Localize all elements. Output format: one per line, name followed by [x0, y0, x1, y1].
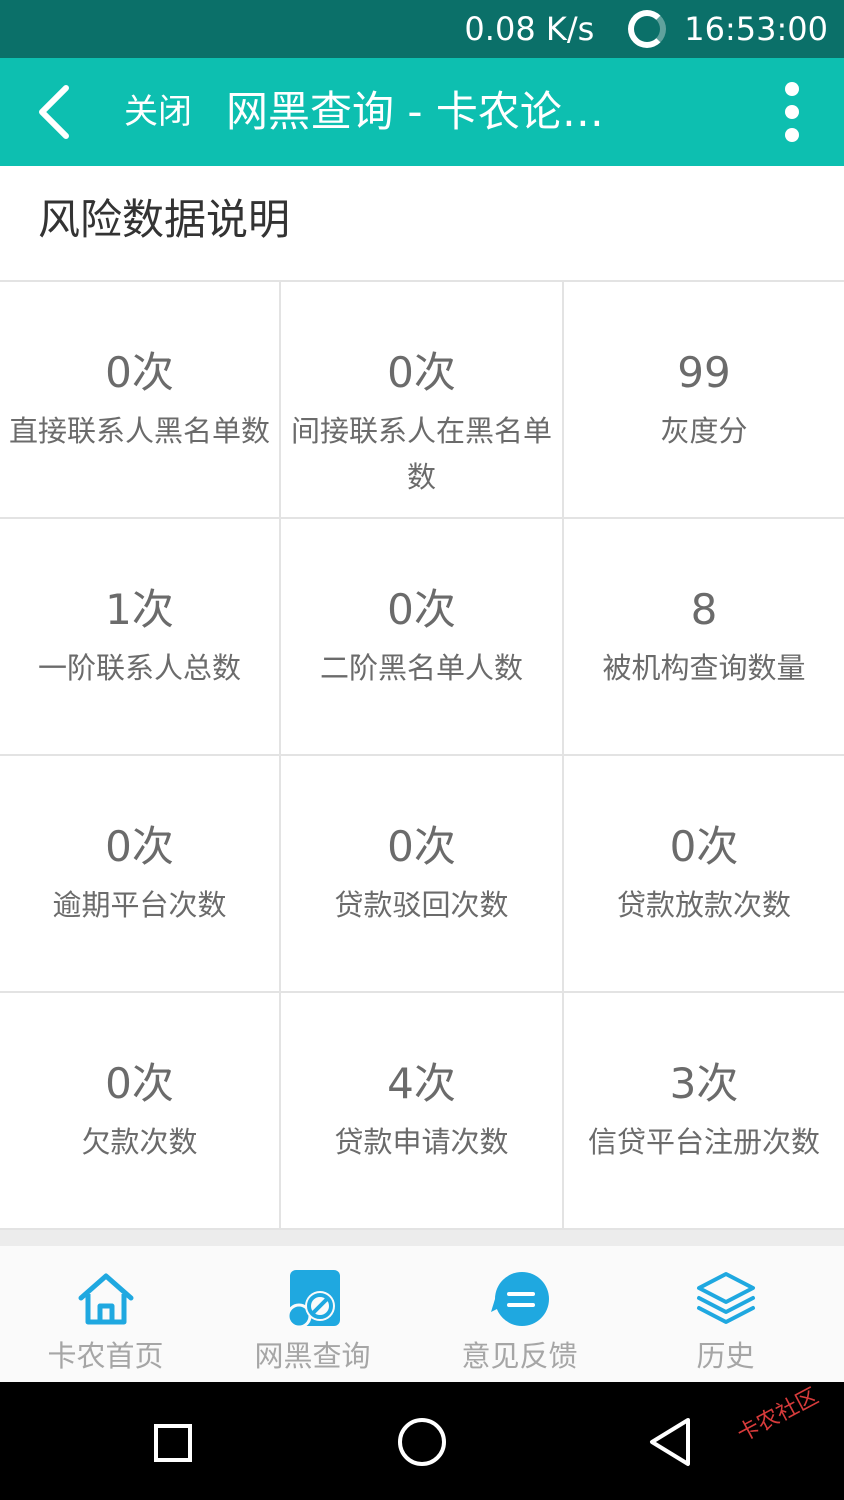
tab-label: 卡农首页	[47, 1339, 164, 1373]
back-arrow-icon[interactable]	[30, 82, 90, 142]
cell-value: 0次	[669, 822, 739, 871]
page-title: 网黑查询 - 卡农论…	[226, 87, 604, 136]
cell-value: 0次	[105, 822, 174, 871]
cell-label: 贷款放款次数	[616, 888, 791, 922]
home-button-icon[interactable]	[398, 1418, 446, 1466]
tab-home[interactable]: 卡农首页	[0, 1246, 211, 1382]
grid-cell-first-degree-contacts: 1次 一阶联系人总数	[0, 519, 281, 756]
close-button[interactable]: 关闭	[124, 88, 192, 136]
grid-cell-second-degree-blacklist: 0次 二阶黑名单人数	[281, 519, 564, 756]
app-bar: 关闭 网黑查询 - 卡农论…	[0, 58, 844, 166]
cell-label: 信贷平台注册次数	[587, 1125, 820, 1159]
back-triangle-icon[interactable]	[648, 1416, 692, 1468]
tab-label: 历史	[696, 1339, 755, 1373]
cell-value: 8	[690, 585, 718, 634]
cell-label: 逾期平台次数	[52, 888, 227, 922]
layers-icon	[695, 1268, 757, 1330]
tab-blacklist-query[interactable]: 网黑查询	[207, 1246, 418, 1382]
grid-cell-loan-disbursements: 0次 贷款放款次数	[564, 756, 844, 993]
menu-dot	[785, 128, 799, 142]
cell-value: 1次	[105, 585, 174, 634]
cell-value: 4次	[387, 1059, 456, 1108]
cell-value: 0次	[387, 585, 456, 634]
more-options-icon[interactable]	[772, 78, 812, 146]
grid-cell-debts: 0次 欠款次数	[0, 993, 281, 1230]
network-speed: 0.08 K/s	[464, 10, 595, 48]
grid-cell-loan-rejections: 0次 贷款驳回次数	[281, 756, 564, 993]
menu-dot	[785, 82, 799, 96]
tab-label: 网黑查询	[254, 1339, 371, 1373]
cell-value: 0次	[387, 822, 456, 871]
cell-value: 0次	[105, 348, 174, 397]
system-nav-bar	[0, 1382, 844, 1500]
grid-cell-platform-registrations: 3次 信贷平台注册次数	[564, 993, 844, 1230]
cell-label: 贷款申请次数	[334, 1125, 509, 1159]
tab-history[interactable]: 历史	[620, 1246, 831, 1382]
grid-cell-institution-queries: 8 被机构查询数量	[564, 519, 844, 756]
feedback-icon	[489, 1268, 551, 1330]
sync-indicator-icon	[628, 10, 667, 48]
bottom-tab-bar: 卡农首页 网黑查询 意见反馈 历史	[0, 1246, 844, 1382]
grid-cell-overdue-platforms: 0次 逾期平台次数	[0, 756, 281, 993]
blacklist-query-icon	[282, 1268, 344, 1330]
risk-data-grid: 0次 直接联系人黑名单数 0次 间接联系人在黑名单数 99 灰度分 1次 一阶联…	[0, 282, 844, 1230]
cell-label: 二阶黑名单人数	[319, 651, 523, 685]
cell-label: 贷款驳回次数	[334, 888, 509, 922]
grid-cell-indirect-contact-blacklist: 0次 间接联系人在黑名单数	[281, 282, 564, 519]
section-header: 风险数据说明	[0, 166, 844, 282]
section-title: 风险数据说明	[38, 195, 291, 244]
status-bar: 0.08 K/s 16:53:00	[0, 0, 844, 58]
tab-feedback[interactable]: 意见反馈	[414, 1246, 625, 1382]
home-icon	[75, 1268, 137, 1330]
cell-label: 欠款次数	[81, 1125, 198, 1159]
recent-apps-icon[interactable]	[154, 1424, 192, 1462]
cell-label: 直接联系人黑名单数	[8, 414, 270, 448]
cell-value: 0次	[105, 1059, 174, 1108]
menu-dot	[785, 105, 799, 119]
cell-label: 一阶联系人总数	[37, 651, 241, 685]
tab-label: 意见反馈	[461, 1339, 578, 1373]
cell-label: 灰度分	[660, 414, 748, 448]
grid-cell-gray-score: 99 灰度分	[564, 282, 844, 519]
tab-bar-divider	[0, 1230, 844, 1246]
cell-value: 99	[677, 348, 731, 397]
cell-value: 3次	[669, 1059, 739, 1108]
cell-value: 0次	[387, 348, 456, 397]
grid-cell-loan-applications: 4次 贷款申请次数	[281, 993, 564, 1230]
cell-label: 间接联系人在黑名单数	[290, 414, 552, 494]
grid-cell-direct-contact-blacklist: 0次 直接联系人黑名单数	[0, 282, 281, 519]
cell-label: 被机构查询数量	[602, 651, 806, 685]
clock: 16:53:00	[684, 10, 828, 48]
